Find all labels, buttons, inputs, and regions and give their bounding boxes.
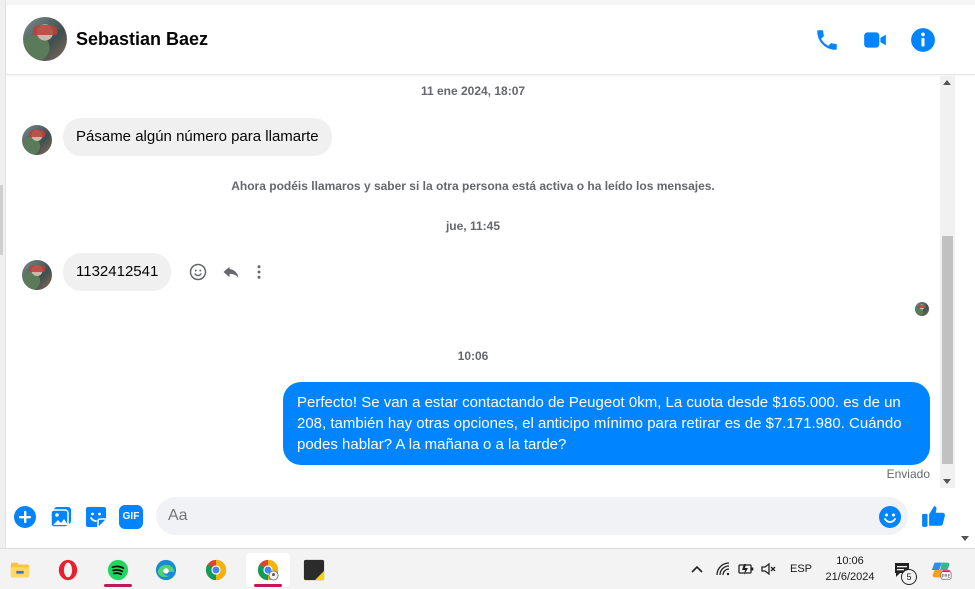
sticker-icon[interactable]: [84, 505, 108, 529]
folder-icon: [10, 562, 30, 578]
system-note: Ahora podéis llamaros y saber si la otra…: [231, 179, 715, 193]
clock-date: 21/6/2024: [825, 571, 875, 583]
video-icon[interactable]: [862, 27, 888, 53]
copilot-icon[interactable]: PRE: [930, 559, 952, 581]
contact-name[interactable]: Sebastian Baez: [76, 29, 208, 50]
spotify-icon: [107, 559, 129, 581]
incoming-message[interactable]: Pásame algún número para llamarte: [63, 118, 332, 156]
network-icon[interactable]: [715, 561, 731, 577]
messenger-window: Sebastian Baez 11 ene 2024, 18:07 Pásame…: [0, 0, 975, 589]
reply-icon[interactable]: [221, 263, 241, 281]
image-icon[interactable]: [49, 505, 73, 529]
info-icon[interactable]: [910, 27, 936, 53]
edge-icon: [155, 559, 177, 581]
composer: GIF: [6, 488, 955, 548]
more-options-icon[interactable]: [255, 263, 263, 281]
phone-icon[interactable]: [814, 27, 840, 53]
message-actions: [189, 263, 263, 281]
language-indicator[interactable]: ESP: [790, 563, 812, 575]
window-scrollbar[interactable]: [955, 76, 975, 548]
contact-avatar-small[interactable]: [22, 260, 52, 290]
chrome-icon: [205, 559, 227, 581]
taskbar-file-explorer[interactable]: [0, 553, 40, 587]
svg-text:PRE: PRE: [942, 573, 951, 579]
opera-icon: [58, 559, 78, 581]
incoming-message[interactable]: 1132412541: [63, 253, 172, 291]
timestamp: jue, 11:45: [445, 219, 501, 233]
delivery-status: Enviado: [886, 467, 930, 481]
message-list[interactable]: 11 ene 2024, 18:07 Pásame algún número p…: [6, 76, 940, 488]
message-scrollbar[interactable]: [940, 76, 955, 488]
battery-icon[interactable]: [737, 561, 755, 577]
notification-count-badge: 5: [901, 569, 917, 585]
clock-time: 10:06: [836, 555, 864, 567]
taskbar-sticky-app[interactable]: [294, 553, 334, 587]
sticky-app-icon: [303, 559, 325, 581]
taskbar-edge[interactable]: [146, 553, 186, 587]
chat-header: Sebastian Baez: [6, 5, 975, 75]
chevron-up-icon[interactable]: [690, 563, 704, 575]
emoji-icon[interactable]: [878, 505, 902, 529]
timestamp: 10:06: [457, 349, 489, 363]
contact-avatar[interactable]: [23, 17, 67, 61]
outgoing-message[interactable]: Perfecto! Se van a estar contactando de …: [283, 382, 930, 465]
contact-avatar-small[interactable]: [22, 125, 52, 155]
chrome-profile-icon: [257, 559, 279, 581]
volume-muted-icon[interactable]: [760, 561, 778, 577]
clock[interactable]: 10:06 21/6/2024: [818, 553, 882, 585]
like-icon[interactable]: [921, 503, 947, 529]
gif-icon[interactable]: GIF: [119, 505, 143, 529]
taskbar-chrome-profile[interactable]: [246, 553, 290, 587]
taskbar-opera[interactable]: [48, 553, 88, 587]
taskbar-chrome[interactable]: [196, 553, 236, 587]
emoji-react-icon[interactable]: [189, 263, 207, 281]
taskbar-spotify[interactable]: [98, 553, 138, 587]
message-input[interactable]: [156, 497, 908, 535]
plus-icon[interactable]: [13, 505, 37, 529]
windows-taskbar: ESP 10:06 21/6/2024 5 PRE: [0, 548, 975, 589]
timestamp: 11 ene 2024, 18:07: [420, 84, 526, 98]
seen-indicator-avatar: [915, 302, 929, 316]
